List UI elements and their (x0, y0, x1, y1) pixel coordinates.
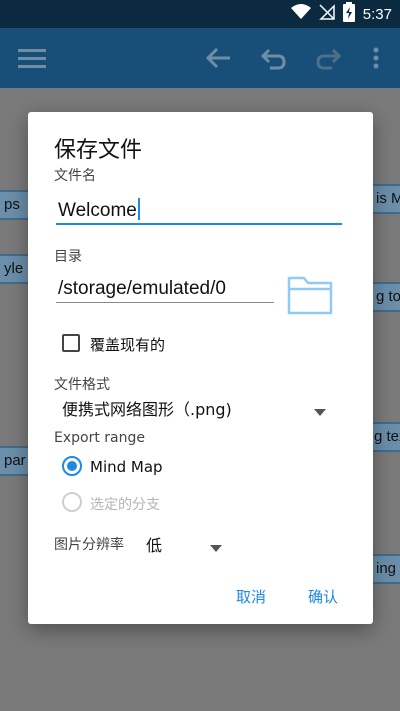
battery-charging-icon (342, 2, 355, 26)
radio-mind-map[interactable] (62, 456, 82, 476)
status-bar: 5:37 (0, 0, 400, 28)
save-file-dialog: 保存文件 文件名 Welcome 目录 /storage/emulated/0 … (28, 112, 373, 624)
menu-icon[interactable] (16, 42, 48, 74)
overwrite-label: 覆盖现有的 (90, 336, 166, 354)
dialog-title: 保存文件 (54, 138, 143, 163)
undo-icon[interactable] (258, 42, 290, 74)
radio-mind-map-label: Mind Map (90, 458, 163, 476)
format-label: 文件格式 (54, 377, 110, 393)
app-bar (0, 28, 400, 88)
directory-label: 目录 (54, 249, 82, 265)
directory-input[interactable]: /storage/emulated/0 (58, 278, 226, 300)
confirm-button[interactable]: 确认 (308, 586, 338, 607)
filename-input[interactable]: Welcome (58, 198, 140, 222)
resolution-dropdown-arrow-icon[interactable] (210, 538, 222, 557)
directory-underline (56, 302, 274, 303)
radio-selected-branch-label: 选定的分支 (90, 497, 160, 513)
format-select[interactable]: 便携式网络图形（.png) (62, 396, 232, 420)
folder-icon[interactable] (286, 272, 334, 320)
signal-off-icon (318, 4, 335, 24)
mind-map-node: ps (0, 190, 30, 220)
mind-map-node: par (0, 446, 30, 476)
filename-underline (56, 223, 342, 225)
cancel-button[interactable]: 取消 (236, 586, 266, 607)
redo-icon[interactable] (312, 42, 344, 74)
overwrite-checkbox[interactable] (62, 334, 80, 352)
filename-value: Welcome (58, 200, 137, 221)
status-time: 5:37 (362, 5, 392, 23)
filename-label: 文件名 (54, 168, 96, 184)
back-arrow-icon[interactable] (202, 42, 234, 74)
radio-selected-branch[interactable] (62, 492, 82, 512)
text-caret (137, 198, 140, 220)
more-vertical-icon[interactable] (360, 42, 392, 74)
mind-map-node: yle (0, 254, 30, 284)
format-dropdown-arrow-icon[interactable] (314, 402, 326, 421)
resolution-select[interactable]: 低 (146, 532, 162, 556)
status-icons: 5:37 (290, 2, 392, 26)
resolution-label: 图片分辨率 (54, 537, 124, 553)
export-range-label: Export range (54, 430, 145, 446)
wifi-icon (290, 4, 311, 24)
